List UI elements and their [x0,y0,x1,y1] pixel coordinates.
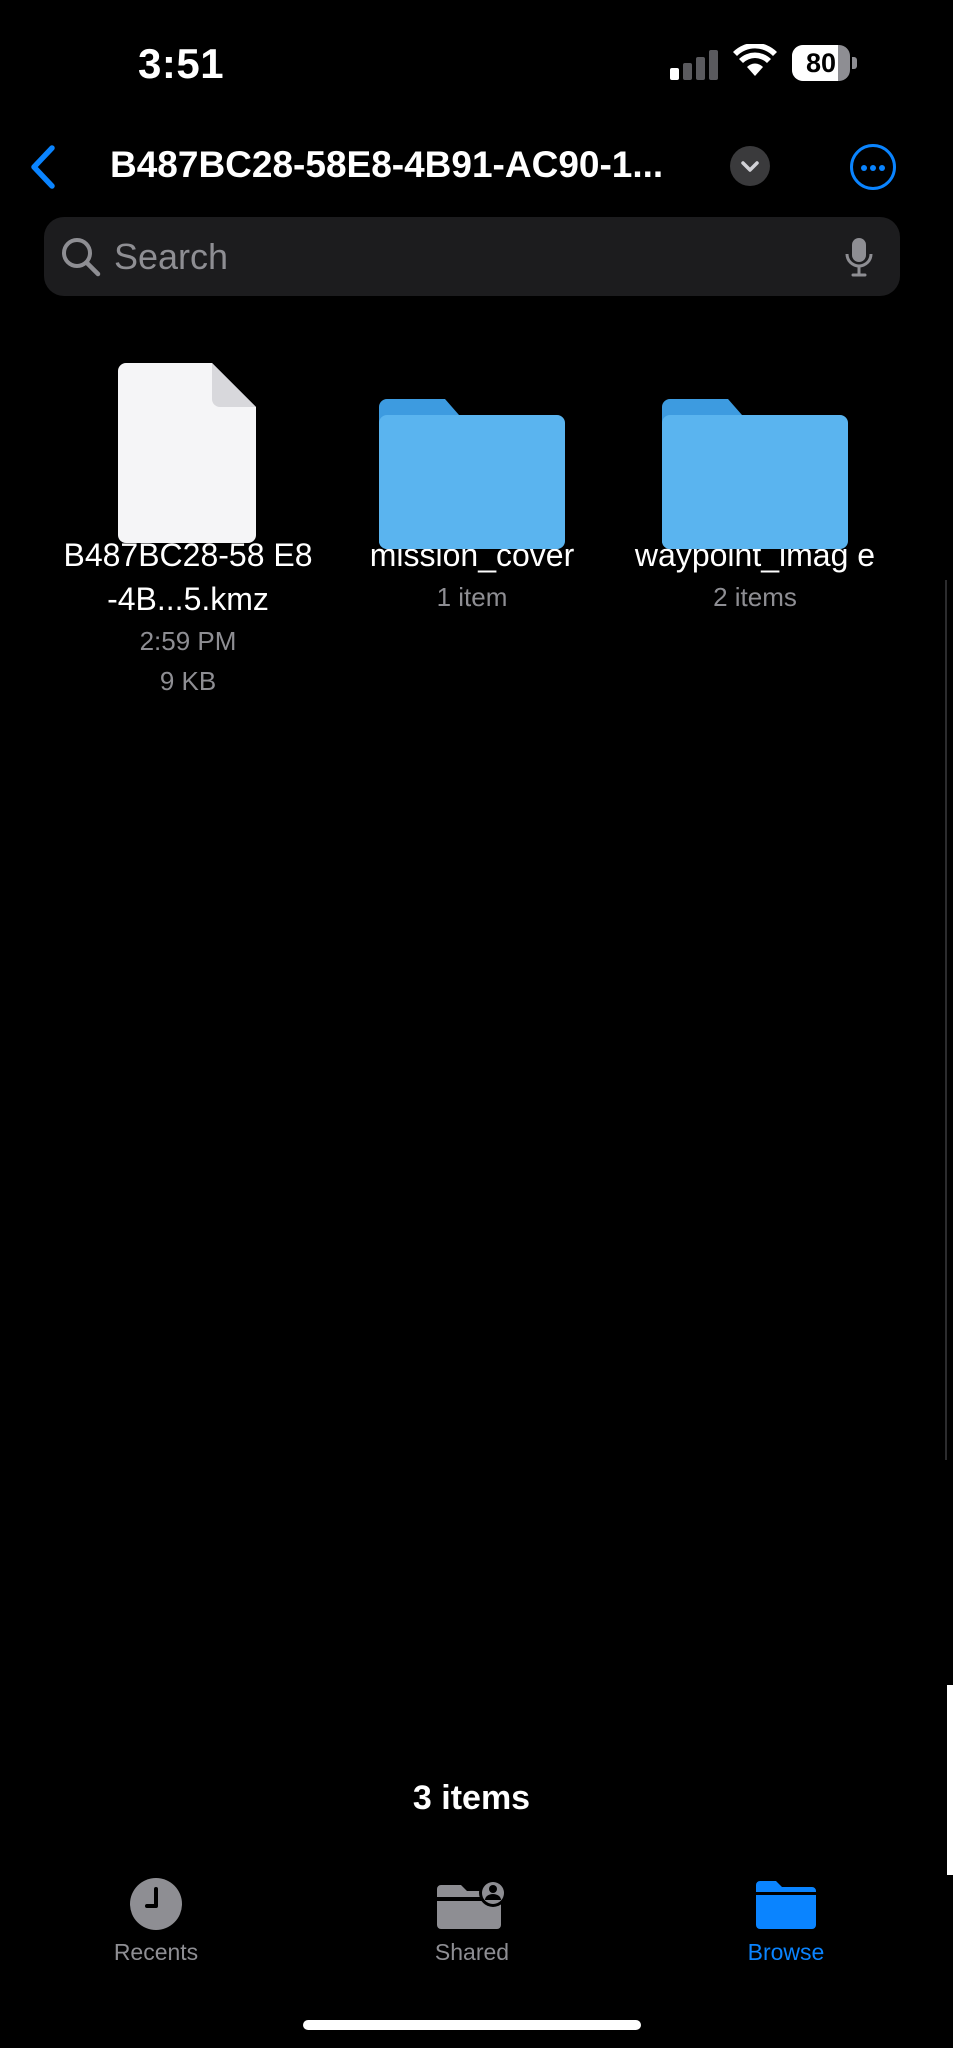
more-options-button[interactable] [850,144,896,190]
folder-item-waypoint-image[interactable]: waypoint_imag e 2 items [630,355,880,617]
chevron-left-icon [31,145,55,189]
folder-icon [662,399,848,549]
battery-level: 80 [805,48,837,78]
wifi-icon [733,44,777,76]
tab-label: Shared [434,1939,510,1965]
file-modified-time: 2:59 PM [139,626,237,656]
folder-item-count: 2 items [713,582,797,612]
items-count: 3 items [412,1779,531,1817]
status-time: 3:51 [138,40,225,87]
tab-label: Recents [113,1939,199,1965]
edge-strip [947,1685,953,1875]
tab-browse[interactable]: Browse [706,1875,866,1966]
search-bar[interactable] [44,217,900,296]
folder-icon [756,1881,816,1929]
page-title: B487BC28-58E8-4B91-AC90-1... [110,144,664,185]
cellular-signal-icon [670,50,720,80]
folder-item-count: 1 item [436,582,508,612]
battery-icon: 80 [792,45,857,81]
document-icon [118,363,256,543]
back-button[interactable] [24,142,64,192]
search-icon [62,238,101,277]
title-menu-button[interactable] [730,146,770,186]
tab-recents[interactable]: Recents [76,1875,236,1966]
chevron-down-icon [741,161,759,172]
microphone-icon[interactable] [844,236,874,278]
home-indicator[interactable] [303,2020,641,2030]
tab-shared[interactable]: Shared [392,1875,552,1966]
file-size: 9 KB [159,666,217,696]
clock-icon [130,1878,182,1930]
search-input[interactable] [114,217,814,296]
scroll-indicator [945,580,947,1460]
folder-item-mission-cover[interactable]: mission_cover 1 item [347,355,597,617]
shared-folder-icon [437,1879,507,1929]
folder-icon [379,399,565,549]
file-item[interactable]: B487BC28-58 E8-4B...5.kmz 2:59 PM 9 KB [63,355,313,701]
tab-label: Browse [747,1939,825,1965]
